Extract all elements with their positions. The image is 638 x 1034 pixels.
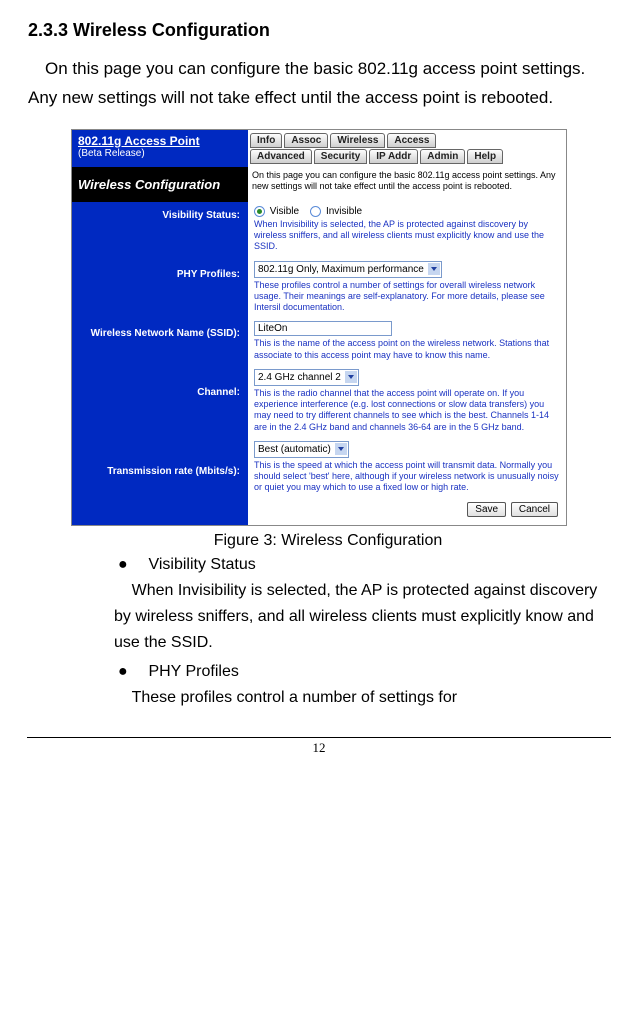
cancel-button[interactable]: Cancel [511, 502, 558, 517]
tab-help[interactable]: Help [467, 149, 503, 164]
radio-visible[interactable] [254, 206, 265, 217]
app-subtitle: (Beta Release) [78, 148, 242, 159]
figure-caption: Figure 3: Wireless Configuration [128, 532, 528, 550]
content-column: Visible Invisible When Invisibility is s… [248, 202, 566, 525]
bullet-list: ● Visibility Status When Invisibility is… [114, 556, 600, 712]
chevron-down-icon [335, 443, 347, 455]
ssid-help: This is the name of the access point on … [254, 338, 562, 361]
phy-select-value: 802.11g Only, Maximum performance [258, 264, 424, 275]
panel-title: Wireless Configuration [72, 167, 248, 202]
rate-select-value: Best (automatic) [258, 444, 331, 455]
bullet-icon: ● [114, 663, 144, 681]
tab-wireless[interactable]: Wireless [330, 133, 385, 148]
channel-select[interactable]: 2.4 GHz channel 2 [254, 369, 359, 386]
label-phy: PHY Profiles: [177, 269, 240, 280]
bullet-2-body: These profiles control a number of setti… [114, 685, 600, 711]
label-visibility: Visibility Status: [162, 210, 240, 221]
bullet-icon: ● [114, 556, 144, 574]
tab-bar: Info Assoc Wireless Access Advanced Secu… [248, 130, 566, 167]
radio-invisible[interactable] [310, 206, 321, 217]
channel-select-value: 2.4 GHz channel 2 [258, 372, 341, 383]
labels-column: Visibility Status: PHY Profiles: Wireles… [72, 202, 248, 525]
phy-help: These profiles control a number of setti… [254, 280, 562, 314]
bullet-1-body: When Invisibility is selected, the AP is… [114, 578, 600, 657]
document-page: 2.3.3 Wireless Configuration On this pag… [0, 0, 638, 721]
visibility-help: When Invisibility is selected, the AP is… [254, 219, 562, 253]
chevron-down-icon [345, 371, 357, 383]
section-heading: 2.3.3 Wireless Configuration [28, 20, 610, 41]
rate-select[interactable]: Best (automatic) [254, 441, 349, 458]
panel-description: On this page you can configure the basic… [248, 167, 566, 202]
bullet-1-title: Visibility Status [148, 556, 255, 573]
tab-info[interactable]: Info [250, 133, 282, 148]
tab-security[interactable]: Security [314, 149, 367, 164]
intro-paragraph: On this page you can configure the basic… [28, 55, 610, 113]
label-channel: Channel: [197, 387, 240, 398]
ssid-input[interactable]: LiteOn [254, 321, 392, 336]
rate-help: This is the speed at which the access po… [254, 460, 562, 494]
footer-rule [27, 737, 611, 738]
save-button[interactable]: Save [467, 502, 506, 517]
tab-admin[interactable]: Admin [420, 149, 465, 164]
channel-help: This is the radio channel that the acces… [254, 388, 562, 433]
tab-ipaddr[interactable]: IP Addr [369, 149, 418, 164]
config-screenshot: 802.11g Access Point (Beta Release) Info… [71, 129, 567, 526]
bullet-2-title: PHY Profiles [148, 663, 238, 680]
label-ssid: Wireless Network Name (SSID): [91, 328, 240, 339]
tab-assoc[interactable]: Assoc [284, 133, 328, 148]
app-title: 802.11g Access Point [78, 134, 242, 148]
page-number: 12 [0, 740, 638, 756]
phy-select[interactable]: 802.11g Only, Maximum performance [254, 261, 442, 278]
label-rate: Transmission rate (Mbits/s): [107, 466, 240, 477]
tab-access[interactable]: Access [387, 133, 436, 148]
tab-advanced[interactable]: Advanced [250, 149, 312, 164]
radio-invisible-label: Invisible [326, 206, 362, 217]
radio-visible-label: Visible [270, 206, 299, 217]
chevron-down-icon [428, 263, 440, 275]
app-title-block: 802.11g Access Point (Beta Release) [72, 130, 248, 167]
visibility-radios: Visible Invisible [254, 206, 562, 217]
